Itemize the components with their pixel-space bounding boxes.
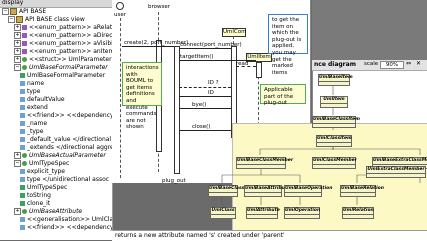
class-box-name: UmlExtraClassMember — [367, 167, 425, 172]
class-box-base-class-member[interactable]: UmlBaseClassMember — [236, 157, 294, 169]
class-box-relation[interactable]: UmlRelation — [342, 207, 374, 219]
class-box-base-attribute[interactable]: UmlBaseAttribute — [244, 185, 291, 197]
class-box-base-relation[interactable]: UmlBaseRelation — [340, 185, 384, 197]
class-box-compartment — [247, 214, 277, 218]
class-box-name: UmlClassItem — [317, 136, 352, 141]
class-box-compartment — [211, 214, 235, 218]
class-box-compartment — [341, 192, 375, 196]
class-box-name: UmlBaseOperation — [285, 186, 333, 191]
class-box-attribute[interactable]: UmlAttribute — [246, 207, 280, 219]
class-box-compartment — [245, 192, 281, 196]
class-box-base-class[interactable]: UmlBaseClass — [208, 185, 245, 197]
class-box-name: UmlBaseExtraClassMember — [373, 158, 427, 163]
class-box-name: UmlBaseClassItem — [313, 117, 360, 122]
class-box-compartment — [319, 81, 349, 85]
class-box-compartment — [209, 192, 237, 196]
class-box-item[interactable]: UmlItem — [320, 96, 348, 108]
class-box-compartment — [313, 164, 355, 168]
class-box-compartment — [367, 173, 425, 177]
class-box-operation[interactable]: UmlOperation — [284, 207, 320, 219]
class-diagram-links — [221, 80, 421, 205]
class-box-name: UmlOperation — [285, 208, 321, 213]
class-box-base-item[interactable]: UmlBaseItem — [318, 74, 353, 86]
class-box-compartment — [313, 123, 355, 127]
class-box-name: UmlBaseRelation — [341, 186, 384, 191]
class-box-name: UmlRelation — [343, 208, 374, 213]
class-box-base-class-item[interactable]: UmlBaseClassItem — [312, 116, 360, 128]
class-box-name: UmlItem — [323, 97, 345, 102]
class-box-class-member[interactable]: UmlClassMember — [312, 157, 357, 169]
class-box-extra-class-member[interactable]: UmlExtraClassMember — [366, 166, 426, 178]
class-box-name: UmlClassMember — [313, 158, 357, 163]
class-box-name: UmlBaseClassMember — [237, 158, 294, 163]
class-box-name: UmlBaseClass — [209, 186, 245, 191]
class-box-compartment — [343, 214, 373, 218]
class-box-compartment — [317, 142, 351, 146]
class-box-compartment — [321, 103, 347, 107]
class-box-name: UmlAttribute — [247, 208, 280, 213]
description-bar: returns a new attribute named 's' create… — [112, 230, 427, 241]
class-box-name: UmlClass — [211, 208, 235, 213]
description-text: returns a new attribute named 's' create… — [115, 232, 285, 239]
class-box-compartment — [285, 214, 319, 218]
class-box-name: UmlBaseItem — [319, 75, 353, 80]
class-box-class-item[interactable]: UmlClassItem — [316, 135, 352, 147]
class-box-compartment — [285, 192, 321, 196]
class-box-base-operation[interactable]: UmlBaseOperation — [284, 185, 333, 197]
class-box-class[interactable]: UmlClass — [210, 207, 236, 219]
class-box-name: UmlBaseAttribute — [245, 186, 291, 191]
class-box-compartment — [237, 164, 285, 168]
